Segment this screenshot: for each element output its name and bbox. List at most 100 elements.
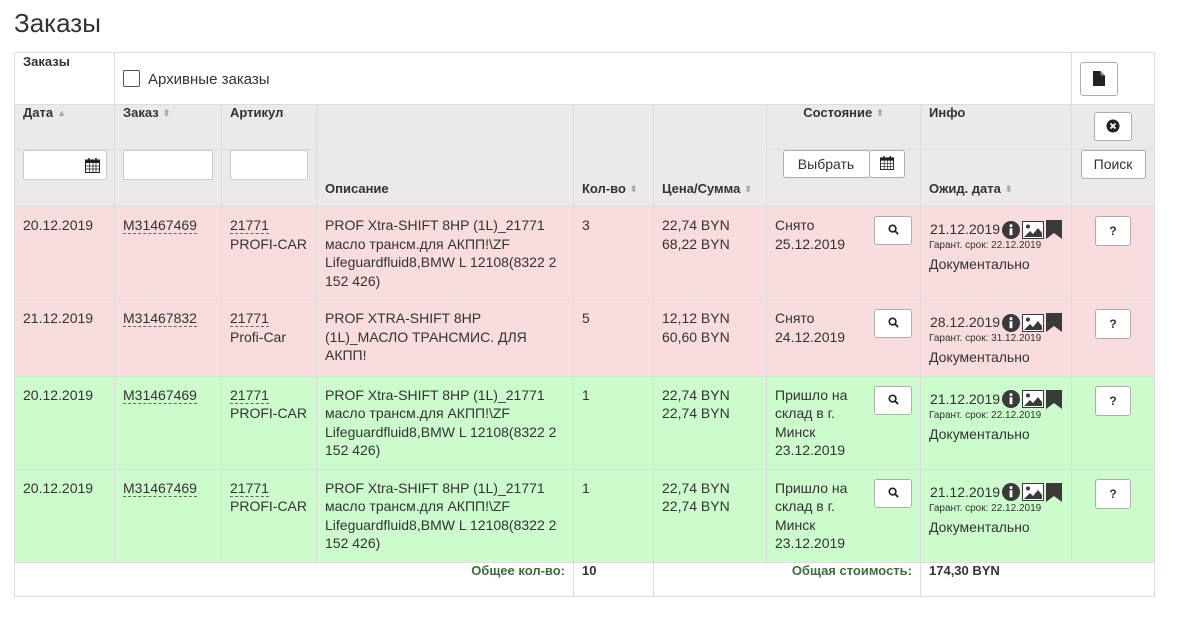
row-info-cell: 28.12.2019 Гарант. срок: 31.12.2019 Доку… bbox=[919, 299, 1073, 377]
date-filter-input[interactable] bbox=[23, 150, 107, 180]
article-filter-input[interactable] bbox=[230, 150, 308, 180]
doc-status: Документально bbox=[929, 256, 1030, 272]
article-brand: Profi-Car bbox=[230, 328, 287, 345]
doc-status: Документально bbox=[929, 425, 1030, 442]
sort-icon: ▲ bbox=[57, 108, 67, 118]
row-status-cell: Снято 25.12.2019 bbox=[766, 206, 921, 300]
order-link[interactable]: M31467469 bbox=[123, 217, 197, 234]
question-button[interactable]: ? bbox=[1095, 385, 1132, 416]
col-description: Описание bbox=[316, 104, 574, 207]
row-price-cell: 22,74 BYN 22,74 BYN bbox=[653, 468, 767, 563]
warranty: Гарант. срок: 22.12.2019 bbox=[929, 409, 1042, 421]
status-calendar-button[interactable] bbox=[868, 150, 905, 178]
article-link[interactable]: 21771 bbox=[230, 310, 269, 327]
info-line: 21.12.2019 bbox=[929, 482, 1063, 502]
col-status-label: Состояние bbox=[803, 105, 873, 120]
image-icon[interactable] bbox=[1022, 313, 1045, 332]
archive-label[interactable]: Архивные заказы bbox=[148, 70, 270, 87]
bookmark-icon[interactable] bbox=[1046, 389, 1063, 409]
status-text: Снято bbox=[775, 310, 815, 326]
sort-icon: ⬍ bbox=[629, 184, 638, 194]
magnifier-icon bbox=[887, 393, 899, 405]
col-order[interactable]: Заказ ⬍ bbox=[114, 104, 222, 150]
row-question-cell: ? bbox=[1071, 206, 1156, 300]
row-date: 20.12.2019 bbox=[14, 375, 115, 470]
footer-row: Общее кол-во: 10 Общая стоимость: 174,30… bbox=[14, 561, 1156, 597]
article-brand: PROFI-CAR bbox=[230, 498, 307, 514]
order-filter-input[interactable] bbox=[123, 150, 213, 180]
orders-label: Заказы bbox=[23, 54, 70, 69]
row-price: 22,74 BYN bbox=[662, 217, 730, 233]
row-info-cell: 21.12.2019 Гарант. срок: 22.12.2019 Доку… bbox=[919, 375, 1073, 470]
sort-icon: ⬍ bbox=[162, 108, 171, 118]
info-line: 21.12.2019 bbox=[929, 220, 1063, 239]
col-status[interactable]: Состояние ⬍ bbox=[766, 104, 921, 150]
row-order-cell: M31467469 bbox=[114, 206, 222, 300]
col-qty[interactable]: Кол-во ⬍ bbox=[573, 104, 654, 207]
sort-icon: ⬍ bbox=[876, 108, 884, 118]
rows-body: 20.12.2019 M31467469 21771 PROFI-CAR PROF… bbox=[14, 206, 1156, 563]
row-date: 20.12.2019 bbox=[14, 206, 115, 300]
info-icon[interactable] bbox=[1002, 313, 1021, 332]
row-status-cell: Пришло на склад в г. Минск 23.12.2019 bbox=[766, 468, 921, 563]
info-icon[interactable] bbox=[1002, 483, 1021, 501]
image-icon[interactable] bbox=[1022, 483, 1045, 501]
table-row: 20.12.2019 M31467469 21771 PROFI-CAR PROF… bbox=[14, 375, 1156, 470]
row-sum: 22,74 BYN bbox=[662, 405, 730, 421]
bookmark-icon[interactable] bbox=[1046, 313, 1063, 332]
row-qty: 1 bbox=[573, 375, 654, 470]
col-expected[interactable]: Ожид. дата ⬍ bbox=[919, 149, 1073, 207]
magnifier-icon bbox=[887, 224, 899, 235]
export-cell bbox=[1071, 52, 1156, 105]
total-qty-label: Общее кол-во: bbox=[14, 561, 574, 597]
info-icon[interactable] bbox=[1002, 220, 1021, 239]
row-price: 22,74 BYN bbox=[662, 386, 730, 403]
article-link[interactable]: 21771 bbox=[230, 386, 269, 404]
col-date[interactable]: Дата ▲ bbox=[14, 104, 115, 150]
row-article-cell: 21771 PROFI-CAR bbox=[221, 375, 317, 470]
info-icon[interactable] bbox=[1002, 390, 1021, 408]
total-cost-label: Общая стоимость: bbox=[653, 561, 921, 597]
question-button[interactable]: ? bbox=[1095, 309, 1132, 339]
status-search-button[interactable] bbox=[874, 478, 912, 508]
status-search-button[interactable] bbox=[874, 385, 912, 415]
row-date: 21.12.2019 bbox=[14, 299, 115, 377]
row-status-cell: Пришло на склад в г. Минск 23.12.2019 bbox=[766, 375, 921, 470]
page-title: Заказы bbox=[14, 8, 101, 38]
bookmark-icon[interactable] bbox=[1046, 220, 1063, 239]
file-icon bbox=[1093, 70, 1106, 86]
article-link[interactable]: 21771 bbox=[230, 217, 269, 234]
toolbar-label-cell: Заказы bbox=[14, 52, 115, 105]
row-price: 12,12 BYN bbox=[662, 310, 730, 326]
warranty: Гарант. срок: 22.12.2019 bbox=[929, 240, 1042, 251]
clear-filter-icon bbox=[1106, 119, 1120, 133]
col-price-label: Цена/Сумма bbox=[662, 181, 741, 196]
question-button[interactable]: ? bbox=[1095, 216, 1132, 246]
choose-status-button[interactable]: Выбрать bbox=[782, 150, 870, 178]
doc-status: Документально bbox=[929, 518, 1030, 535]
article-link[interactable]: 21771 bbox=[230, 479, 269, 497]
row-qty: 3 bbox=[573, 206, 654, 300]
row-price: 22,74 BYN bbox=[662, 479, 730, 496]
order-link[interactable]: M31467469 bbox=[123, 479, 197, 497]
search-button[interactable]: Поиск bbox=[1080, 150, 1146, 179]
info-line: 28.12.2019 bbox=[929, 313, 1063, 332]
row-sum: 68,22 BYN bbox=[662, 235, 730, 252]
clear-filter-button[interactable] bbox=[1094, 112, 1133, 141]
col-info-label: Инфо bbox=[929, 105, 966, 120]
archive-checkbox[interactable] bbox=[123, 70, 140, 88]
bookmark-icon[interactable] bbox=[1046, 482, 1063, 502]
col-price[interactable]: Цена/Сумма ⬍ bbox=[653, 104, 767, 207]
image-icon[interactable] bbox=[1022, 390, 1045, 408]
status-search-button[interactable] bbox=[874, 309, 912, 338]
status-date: 24.12.2019 bbox=[775, 328, 846, 345]
expected-date: 21.12.2019 bbox=[929, 221, 1001, 238]
order-link[interactable]: M31467832 bbox=[123, 310, 197, 327]
order-link[interactable]: M31467469 bbox=[123, 386, 197, 404]
col-description-label: Описание bbox=[325, 181, 389, 196]
question-button[interactable]: ? bbox=[1095, 478, 1132, 509]
export-button[interactable] bbox=[1080, 61, 1119, 96]
status-search-button[interactable] bbox=[874, 216, 912, 245]
row-description: PROF Xtra-SHIFT 8HP (1L)_21771 масло тра… bbox=[316, 468, 574, 563]
image-icon[interactable] bbox=[1022, 220, 1045, 239]
